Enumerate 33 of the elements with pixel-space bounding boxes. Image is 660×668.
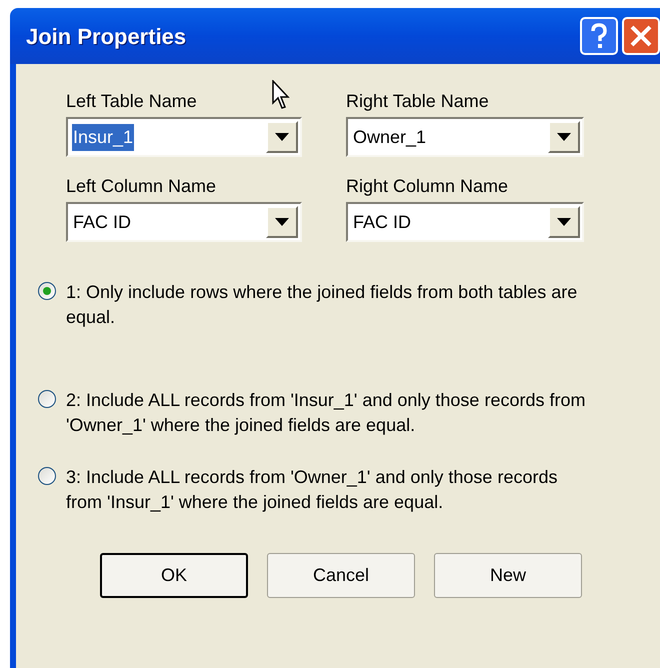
option-label: 1: Only include rows where the joined fields from both tables are equal. bbox=[66, 281, 578, 329]
dropdown-field[interactable]: Owner_1 bbox=[346, 117, 584, 157]
dropdown-field[interactable]: FAC ID bbox=[66, 202, 302, 242]
field-label: Left Column Name bbox=[66, 175, 216, 197]
mouse-cursor-icon bbox=[272, 80, 292, 110]
dialog-button[interactable]: OK bbox=[100, 553, 248, 598]
field-value: Insur_1 bbox=[72, 124, 134, 150]
option-label: 3: Include ALL records from 'Owner_1' and only those records from 'Insur_1' where the joined fields are equal. bbox=[66, 466, 558, 514]
close-icon[interactable] bbox=[622, 17, 660, 55]
dropdown-field[interactable]: Insur_1 bbox=[66, 117, 302, 157]
field-value: Owner_1 bbox=[352, 126, 428, 148]
caret-icon bbox=[275, 218, 289, 226]
field-label: Left Table Name bbox=[66, 90, 197, 112]
field-label: Right Table Name bbox=[346, 90, 489, 112]
dialog-button[interactable]: New bbox=[434, 553, 582, 598]
caret-icon bbox=[275, 133, 289, 141]
dialog-button[interactable]: Cancel bbox=[267, 553, 415, 598]
dropdown-button[interactable] bbox=[266, 206, 298, 238]
field-value: FAC ID bbox=[352, 210, 412, 234]
field-label: Right Column Name bbox=[346, 175, 508, 197]
help-icon[interactable] bbox=[580, 17, 618, 55]
dropdown-button[interactable] bbox=[548, 121, 580, 153]
caret-icon bbox=[557, 218, 571, 226]
caret-icon bbox=[557, 133, 571, 141]
dropdown-field[interactable]: FAC ID bbox=[346, 202, 584, 242]
radio-button[interactable] bbox=[38, 467, 56, 485]
dropdown-button[interactable] bbox=[266, 121, 298, 153]
window-title: Join Properties bbox=[26, 22, 186, 51]
radio-button[interactable] bbox=[38, 282, 56, 300]
dropdown-button[interactable] bbox=[548, 206, 580, 238]
field-value: FAC ID bbox=[72, 210, 132, 234]
radio-button[interactable] bbox=[38, 390, 56, 408]
option-label: 2: Include ALL records from 'Insur_1' and only those records from 'Owner_1' where the joined fields are equal. bbox=[66, 389, 586, 437]
